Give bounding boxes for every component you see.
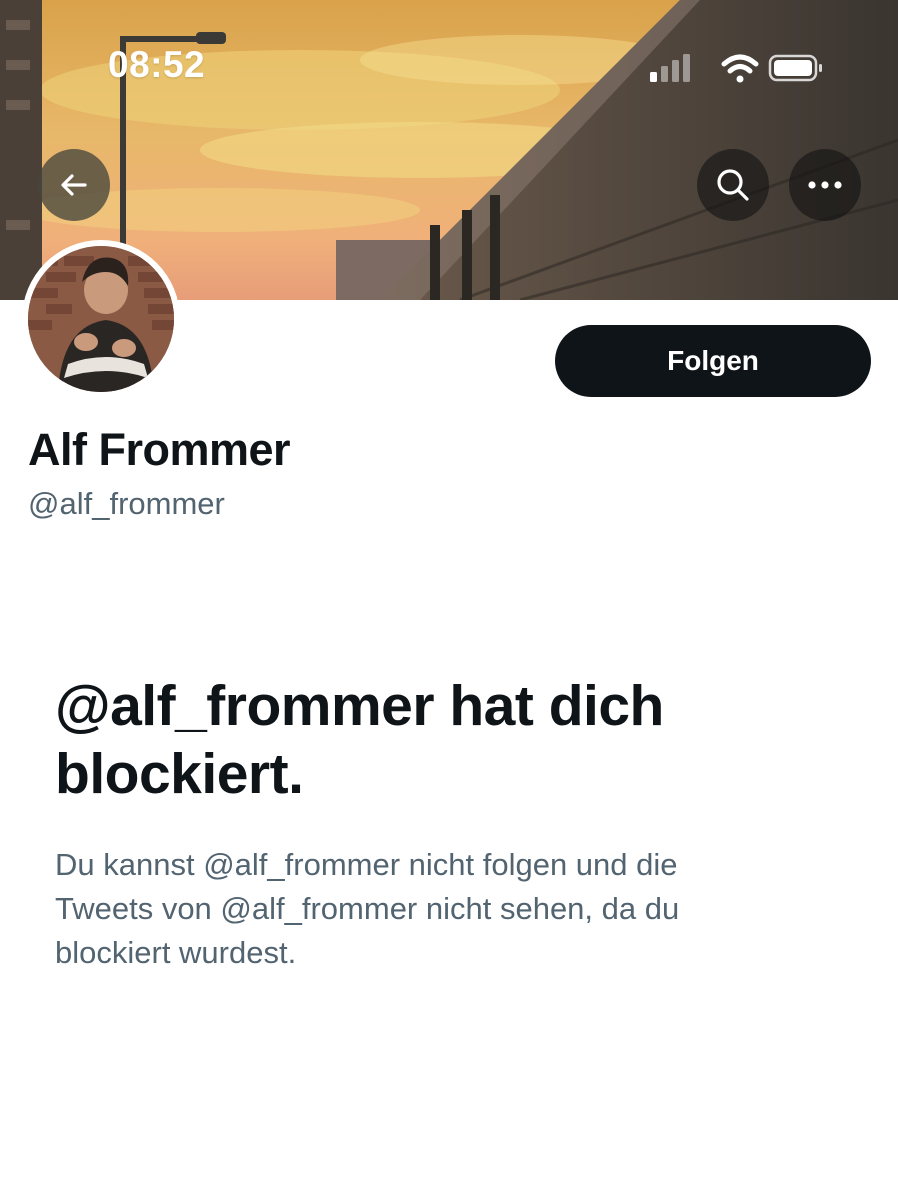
battery-icon (768, 54, 822, 82)
blocked-notice-text: Du kannst @alf_frommer nicht folgen und … (55, 847, 680, 970)
follow-button[interactable]: Folgen (555, 325, 871, 397)
avatar-photo (28, 246, 174, 392)
search-button[interactable] (697, 149, 769, 221)
more-horizontal-icon (808, 181, 842, 189)
cellular-signal-icon (650, 54, 690, 82)
profile-display-name: Alf Frommer (28, 424, 291, 475)
arrow-left-icon (61, 174, 87, 196)
search-icon (717, 169, 749, 201)
blocked-notice-title: @alf_frommer hat dich blockiert. (55, 674, 664, 806)
profile-handle: @alf_frommer (28, 486, 225, 521)
back-button[interactable] (38, 149, 110, 221)
more-options-button[interactable] (789, 149, 861, 221)
avatar (28, 246, 174, 392)
wifi-icon (721, 54, 759, 83)
status-bar-time: 08:52 (108, 44, 206, 85)
status-bar-icons (644, 50, 824, 91)
profile-avatar[interactable] (22, 240, 180, 398)
